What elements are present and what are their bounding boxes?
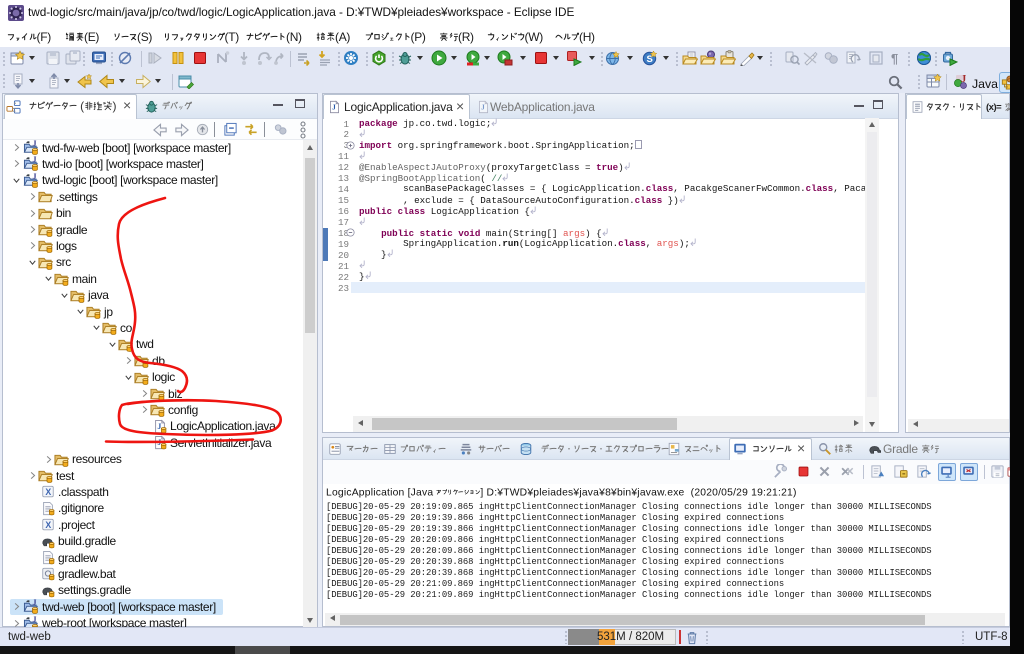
svg-text:J: J bbox=[961, 74, 966, 85]
